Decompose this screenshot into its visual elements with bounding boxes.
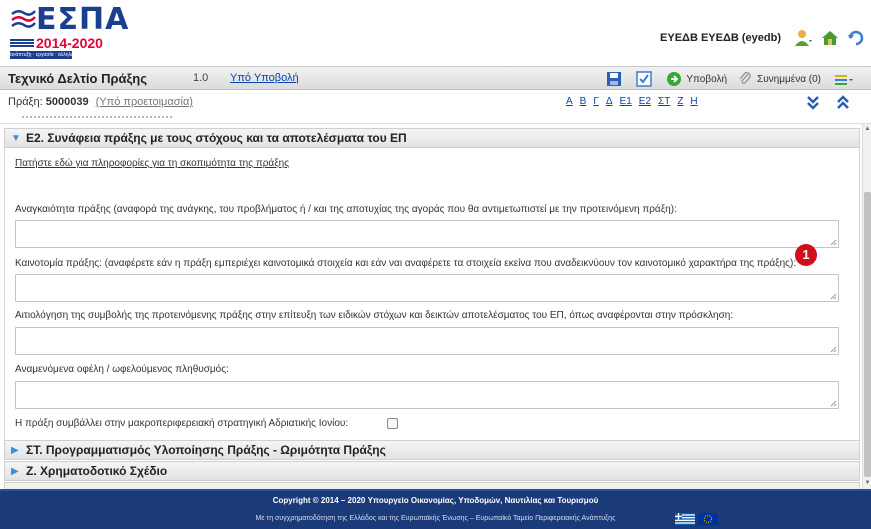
chevron-right-icon: ▶	[11, 465, 19, 477]
paperclip-icon	[739, 71, 751, 84]
home-icon[interactable]	[819, 28, 841, 48]
greek-flag-icon	[675, 513, 695, 525]
scroll-up-icon[interactable]: ▲	[864, 125, 871, 133]
section-title-st: ΣΤ. Προγραμματισμός Υλοποίησης Πράξης - …	[26, 443, 386, 457]
main-content: ▼ Ε2. Συνάφεια πράξης με τους στόχους κα…	[0, 124, 863, 489]
divider	[22, 114, 172, 118]
section-header-next[interactable]: ▶	[4, 482, 860, 489]
field-label-innovation: Καινοτομία πράξης: (αναφέρετε εάν η πράξ…	[15, 258, 797, 269]
project-prefix: Πράξη:	[8, 96, 43, 108]
scroll-down-icon[interactable]: ▼	[864, 479, 871, 487]
innovation-textarea[interactable]	[15, 274, 839, 302]
submit-icon	[667, 72, 682, 86]
field-label-necessity: Αναγκαιότητα πράξης (αναφορά της ανάγκης…	[15, 204, 677, 215]
double-chevron-up-icon	[837, 95, 849, 109]
section-header-st[interactable]: ▶ ΣΤ. Προγραμματισμός Υλοποίησης Πράξης …	[4, 440, 860, 460]
user-area: ΕΥΕΔΒ ΕΥΕΔΒ (eyedb)	[660, 26, 871, 50]
justification-textarea[interactable]	[15, 327, 839, 355]
project-substatus-link[interactable]: (Υπό προετοιμασία)	[96, 96, 193, 108]
section-link-st[interactable]: ΣΤ	[658, 96, 670, 107]
callout-badge: 1	[795, 244, 817, 266]
necessity-textarea[interactable]	[15, 220, 839, 248]
section-link-a[interactable]: Α	[566, 96, 573, 107]
menu-button[interactable]	[831, 71, 857, 87]
double-chevron-down-icon	[807, 96, 819, 110]
vertical-scrollbar[interactable]: ▲ ▼	[862, 124, 871, 489]
espa-wave-icon	[11, 10, 36, 28]
page-title: Τεχνικό Δελτίο Πράξης	[8, 71, 147, 86]
logo-years: 2014-2020	[36, 35, 103, 51]
logo-bars-icon	[10, 38, 34, 48]
section-link-d[interactable]: Δ	[606, 96, 613, 107]
project-code: 5000039	[45, 96, 89, 108]
attachments-button[interactable]: Συνημμένα (0)	[737, 71, 821, 87]
adriatic-checkbox[interactable]	[387, 418, 398, 429]
section-link-e1[interactable]: Ε1	[620, 96, 632, 107]
scrollbar-thumb[interactable]	[864, 192, 871, 477]
espa-logo: ΕΣΠΑ 2014-2020 ανάπτυξη · εργασία · αλλη…	[8, 2, 128, 60]
submit-button[interactable]: Υποβολή	[666, 71, 727, 87]
field-label-benefits: Αναμενόμενα οφέλη / ωφελούμενος πληθυσμό…	[15, 364, 229, 375]
submit-label: Υποβολή	[686, 73, 728, 85]
section-header-e2[interactable]: ▼ Ε2. Συνάφεια πράξης με τους στόχους κα…	[4, 128, 860, 148]
logo-title: ΕΣΠΑ	[36, 2, 130, 37]
info-link[interactable]: Πατήστε εδώ για πληροφορίες για τη σκοπι…	[15, 158, 289, 169]
section-title-e2: Ε2. Συνάφεια πράξης με τους στόχους και …	[26, 131, 407, 145]
section-link-h[interactable]: Η	[690, 96, 697, 107]
footer: Copyright © 2014 – 2020 Υπουργείο Οικονο…	[0, 489, 871, 529]
collapse-all-button[interactable]	[833, 93, 853, 111]
expand-all-button[interactable]	[803, 93, 823, 111]
menu-icon	[835, 75, 853, 85]
section-link-e2[interactable]: Ε2	[639, 96, 651, 107]
checkbox-label-adriatic: Η πράξη συμβάλλει στην μακροπεριφερειακή…	[15, 418, 349, 429]
cofunding-text: Με τη συγχρηματοδότηση της Ελλάδος και τ…	[255, 515, 616, 522]
save-icon	[607, 72, 622, 86]
resize-grip-icon	[830, 239, 837, 246]
logout-icon[interactable]	[845, 28, 867, 48]
flags	[672, 513, 718, 525]
app-header: ΕΣΠΑ 2014-2020 ανάπτυξη · εργασία · αλλη…	[0, 0, 871, 66]
version-label: 1.0	[193, 72, 209, 84]
field-label-justification: Αιτιολόγηση της συμβολής της προτεινόμεν…	[15, 310, 734, 321]
section-link-c[interactable]: Γ	[593, 96, 599, 107]
chevron-down-icon: ▼	[11, 132, 21, 144]
toolbar: Υποβολή Συνημμένα (0)	[596, 69, 857, 89]
copyright-text: Copyright © 2014 – 2020 Υπουργείο Οικονο…	[272, 496, 599, 505]
eu-flag-icon	[698, 513, 718, 525]
resize-grip-icon	[830, 400, 837, 407]
section-nav: Α Β Γ Δ Ε1 Ε2 ΣΤ Ζ Η	[566, 96, 705, 107]
chevron-right-icon: ▶	[11, 444, 19, 456]
section-link-b[interactable]: Β	[580, 96, 587, 107]
user-name: ΕΥΕΔΒ ΕΥΕΔΒ (eyedb)	[660, 32, 781, 44]
user-icon[interactable]	[793, 28, 815, 48]
sub-bar: Πράξη: 5000039 (Υπό προετοιμασία) Α Β Γ …	[0, 90, 871, 124]
project-label: Πράξη: 5000039 (Υπό προετοιμασία)	[8, 96, 193, 108]
section-title-z: Ζ. Χρηματοδοτικό Σχέδιο	[26, 464, 168, 478]
title-bar: Τεχνικό Δελτίο Πράξης 1.0 Υπό Υποβολή Υπ…	[0, 66, 871, 90]
resize-grip-icon	[830, 346, 837, 353]
status-link[interactable]: Υπό Υποβολή	[230, 72, 299, 84]
section-panel-e2: Πατήστε εδώ για πληροφορίες για τη σκοπι…	[4, 148, 860, 442]
attachments-label: Συνημμένα (0)	[757, 73, 821, 85]
save-button[interactable]	[606, 71, 626, 87]
resize-grip-icon	[830, 293, 837, 300]
section-header-z[interactable]: ▶ Ζ. Χρηματοδοτικό Σχέδιο	[4, 461, 860, 481]
logo-tagline: ανάπτυξη · εργασία · αλληλεγγύη	[10, 51, 72, 59]
check-button[interactable]	[636, 71, 656, 87]
check-icon	[636, 71, 653, 87]
benefits-textarea[interactable]	[15, 381, 839, 409]
section-link-z[interactable]: Ζ	[677, 96, 683, 107]
